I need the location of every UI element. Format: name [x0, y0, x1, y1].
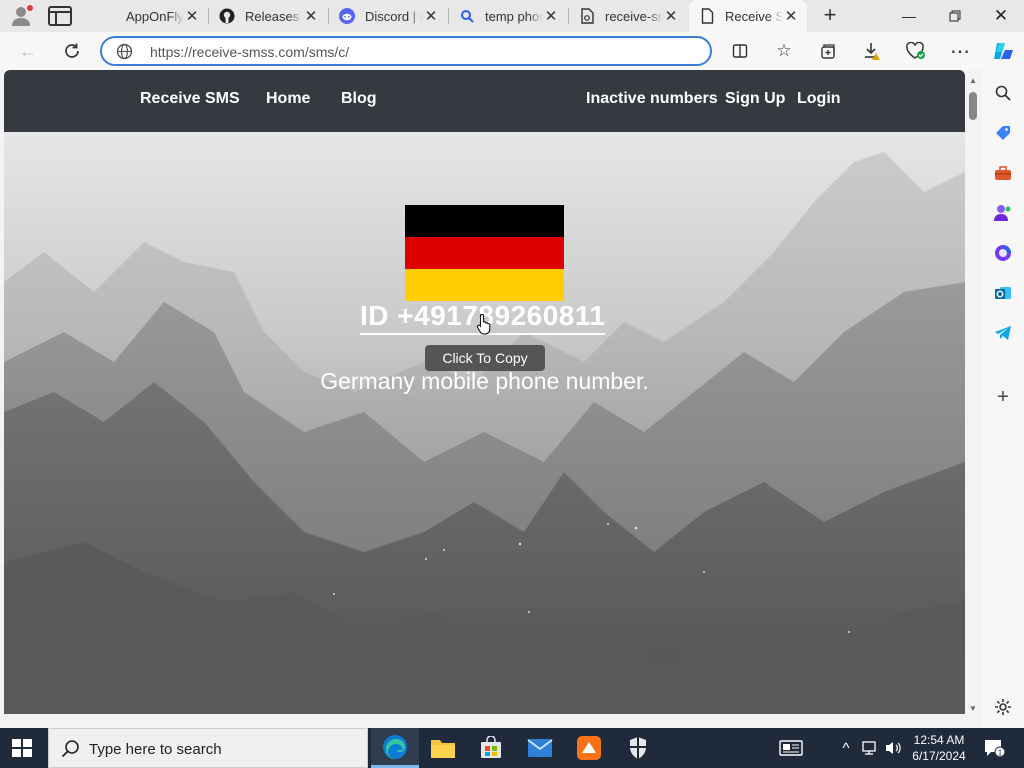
tab-title: temp phon: [485, 8, 543, 24]
favorites-icon[interactable]: ☆: [772, 39, 796, 63]
taskbar-app-orange-icon[interactable]: [565, 728, 613, 768]
nav-login[interactable]: Login: [797, 90, 841, 108]
nav-inactive-numbers[interactable]: Inactive numbers: [586, 90, 718, 108]
apponfly-icon: [100, 8, 116, 24]
tab-apponfly[interactable]: AppOnFly ✕: [90, 0, 208, 32]
tab-title: Receive SM: [725, 8, 783, 24]
restore-button[interactable]: [932, 0, 978, 32]
taskbar-mail-icon[interactable]: [516, 728, 564, 768]
edge-sidebar: +: [982, 70, 1024, 728]
split-screen-icon[interactable]: [728, 39, 752, 63]
nav-sign-up[interactable]: Sign Up: [725, 90, 785, 108]
news-widget-icon[interactable]: [778, 728, 804, 768]
nav-home[interactable]: Home: [266, 90, 310, 108]
flag-stripe-black: [405, 205, 564, 237]
tab-title: receive-sm: [605, 8, 663, 24]
profile-avatar-icon[interactable]: [10, 5, 34, 27]
nav-blog[interactable]: Blog: [341, 90, 377, 108]
web-content: Receive SMS Home Blog Inactive numbers S…: [4, 70, 965, 714]
collections-icon[interactable]: [816, 39, 840, 63]
tab-title: AppOnFly: [126, 8, 184, 24]
browser-essentials-icon[interactable]: [904, 39, 928, 63]
hero-section: ID +491789260811 Click To Copy Germany m…: [4, 132, 965, 714]
github-icon: [219, 8, 235, 24]
show-hidden-icons-chevron-icon[interactable]: ^: [836, 728, 856, 768]
flag-stripe-gold: [405, 269, 564, 301]
windows-start-icon[interactable]: [12, 739, 32, 757]
outlook-icon[interactable]: [992, 282, 1014, 304]
new-tab-button[interactable]: +: [818, 4, 842, 28]
refresh-button[interactable]: [58, 38, 86, 64]
shopping-tag-icon[interactable]: [992, 122, 1014, 144]
taskbar-file-explorer-icon[interactable]: [419, 728, 467, 768]
close-tab-icon[interactable]: ✕: [184, 7, 200, 25]
copilot-icon[interactable]: [990, 39, 1014, 63]
nav-brand-receive-sms[interactable]: Receive SMS: [140, 90, 240, 108]
scroll-down-arrow-icon[interactable]: ▼: [968, 704, 978, 714]
search-icon: [61, 740, 79, 758]
notifications-icon[interactable]: 1: [980, 728, 1008, 768]
tab-actions-icon[interactable]: [48, 6, 72, 26]
discord-icon: [339, 8, 355, 24]
germany-flag: [405, 205, 564, 301]
hand-cursor-icon: [476, 313, 491, 335]
close-tab-icon[interactable]: ✕: [543, 7, 559, 25]
more-options-icon[interactable]: ⋯: [948, 39, 972, 63]
tab-strip: AppOnFly ✕ Releases · ✕ Discord | # ✕ te…: [0, 0, 1024, 32]
close-tab-icon[interactable]: ✕: [663, 7, 679, 25]
windows-taskbar: Type here to search ^ 12:54 AM 6/17/2024…: [0, 728, 1024, 768]
tab-receive-smss[interactable]: receive-sm ✕: [569, 0, 687, 32]
url-text: https://receive-smss.com/sms/c/: [150, 44, 350, 60]
flag-stripe-red: [405, 237, 564, 269]
taskbar-security-icon[interactable]: [614, 728, 662, 768]
microsoft-365-icon[interactable]: [992, 242, 1014, 264]
taskbar-store-icon[interactable]: [467, 728, 515, 768]
site-navbar: Receive SMS Home Blog Inactive numbers S…: [4, 70, 965, 132]
tab-releases[interactable]: Releases · ✕: [209, 0, 327, 32]
page-icon: [699, 8, 715, 24]
tab-discord[interactable]: Discord | # ✕: [329, 0, 447, 32]
games-icon[interactable]: [992, 202, 1014, 224]
close-tab-icon[interactable]: ✕: [303, 7, 319, 25]
network-icon[interactable]: [860, 728, 882, 768]
close-window-button[interactable]: ✕: [978, 0, 1024, 32]
tools-icon[interactable]: [992, 162, 1014, 184]
clock-date: 6/17/2024: [912, 749, 966, 763]
globe-icon: [116, 43, 133, 60]
page-scrollbar[interactable]: ▲ ▼: [965, 72, 981, 716]
add-sidebar-app-icon[interactable]: +: [992, 386, 1014, 408]
back-button[interactable]: ←: [14, 38, 42, 64]
taskbar-search-box[interactable]: Type here to search: [48, 728, 368, 768]
tab-receive-sms-active[interactable]: Receive SM ✕: [689, 0, 807, 32]
browser-toolbar: ← https://receive-smss.com/sms/c/ ☆ ⋯: [0, 32, 1024, 70]
downloads-icon[interactable]: [860, 39, 884, 63]
address-bar[interactable]: https://receive-smss.com/sms/c/: [100, 36, 712, 66]
search-icon: [459, 8, 475, 24]
telegram-icon[interactable]: [992, 322, 1014, 344]
sidebar-settings-icon[interactable]: [992, 696, 1014, 718]
search-placeholder: Type here to search: [89, 741, 222, 758]
minimize-button[interactable]: —: [886, 0, 932, 32]
country-subtitle: Germany mobile phone number.: [320, 368, 649, 394]
svg-text:1: 1: [998, 749, 1003, 758]
scroll-up-arrow-icon[interactable]: ▲: [968, 76, 978, 86]
volume-icon[interactable]: [884, 728, 904, 768]
clock-time: 12:54 AM: [913, 733, 965, 747]
sidebar-search-icon[interactable]: [992, 82, 1014, 104]
document-icon: [579, 8, 595, 24]
close-tab-icon[interactable]: ✕: [423, 7, 439, 25]
taskbar-edge-icon[interactable]: [371, 728, 419, 768]
tab-title: Releases ·: [245, 8, 303, 24]
close-tab-icon[interactable]: ✕: [783, 7, 799, 25]
tab-title: Discord | #: [365, 8, 423, 24]
taskbar-clock[interactable]: 12:54 AM 6/17/2024: [906, 732, 972, 764]
tab-temp-phone[interactable]: temp phon ✕: [449, 0, 567, 32]
scrollbar-thumb[interactable]: [969, 92, 977, 120]
